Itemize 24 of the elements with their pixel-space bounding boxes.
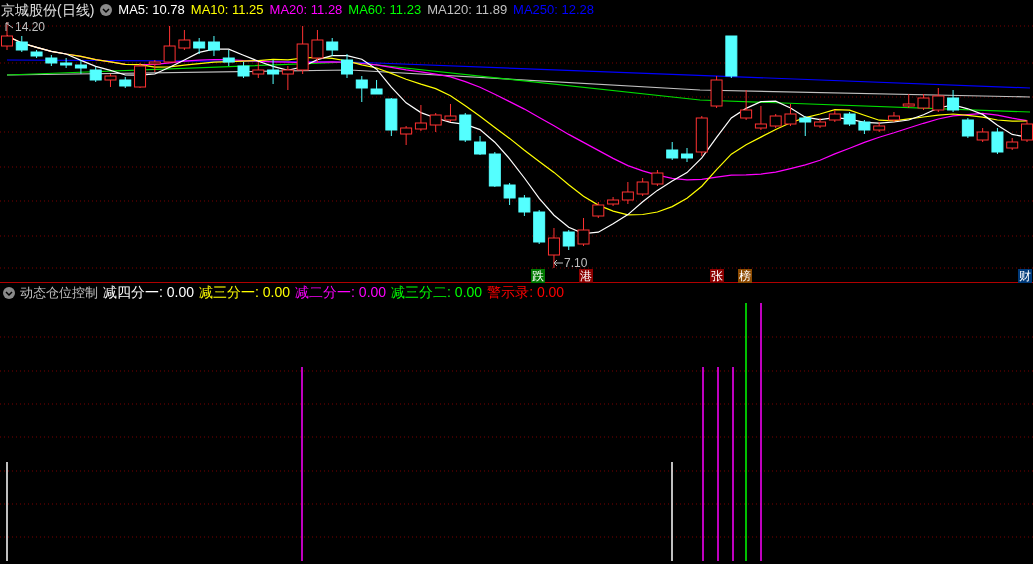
high-pointer-icon	[4, 22, 14, 32]
dropdown-icon[interactable]	[100, 4, 113, 16]
indicator-value: 减四分一: 0.00	[103, 283, 195, 302]
indicator-value: 减二分一: 0.00	[295, 283, 387, 302]
indicator-value: 警示录: 0.00	[487, 283, 565, 302]
event-marker[interactable]: 跌	[531, 269, 545, 283]
high-price-label: 14.20	[15, 19, 46, 36]
dropdown-icon[interactable]	[3, 286, 15, 299]
event-marker[interactable]: 张	[710, 269, 724, 283]
ma-value: MA10: 11.25	[190, 1, 264, 20]
low-price-label: 7.10	[564, 255, 588, 270]
indicator-value: 减三分一: 0.00	[199, 283, 291, 302]
ma-value: MA250: 12.28	[513, 1, 595, 20]
event-marker[interactable]: 港	[579, 269, 593, 283]
left-arrow-icon	[553, 259, 563, 267]
indicator-name: 动态仓位控制	[20, 283, 98, 302]
ma-value: MA120: 11.89	[427, 1, 508, 20]
event-marker[interactable]: 榜	[738, 269, 752, 283]
ma-value: MA20: 11.28	[269, 1, 343, 20]
indicator-value: 减三分二: 0.00	[391, 283, 483, 302]
ma-value: MA60: 11.23	[348, 1, 422, 20]
chart-title: 京城股份(日线)	[1, 0, 95, 20]
event-marker[interactable]: 财	[1018, 269, 1032, 283]
ma-value: MA5: 10.78	[118, 1, 185, 20]
